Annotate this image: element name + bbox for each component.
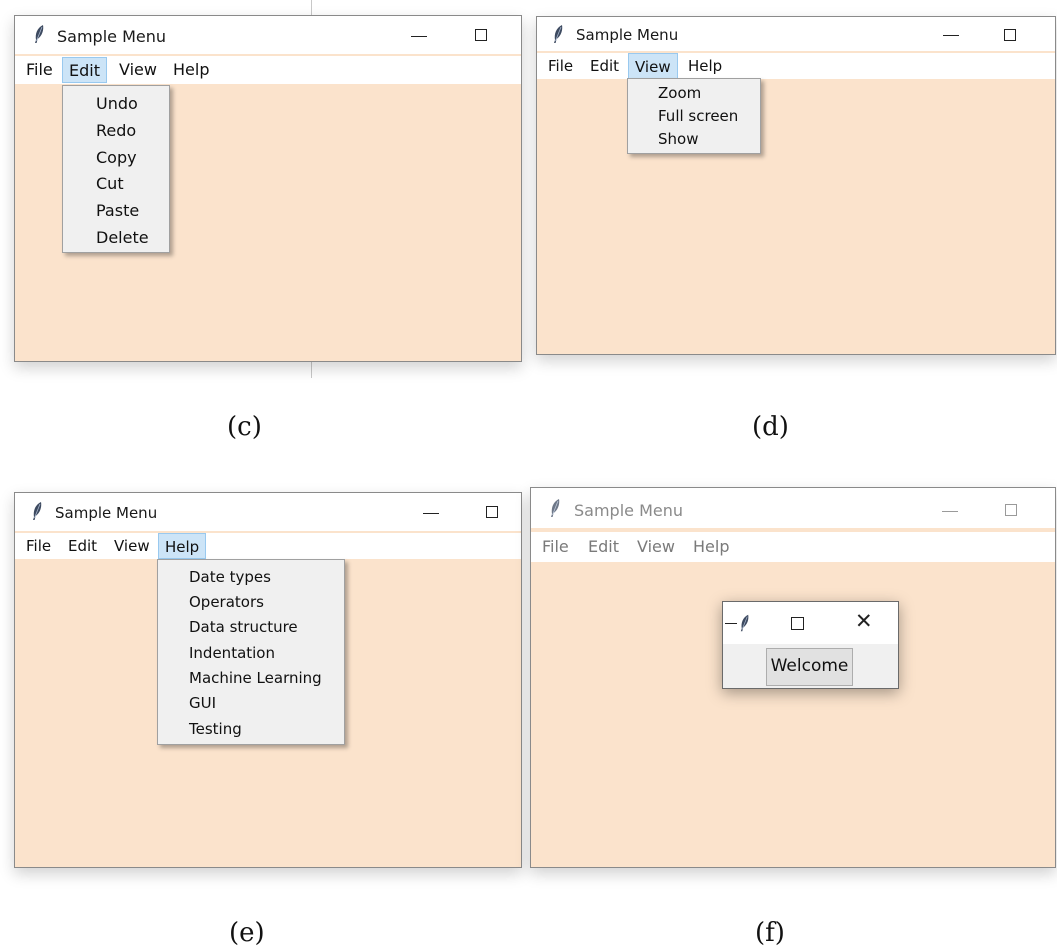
- caption-c: (c): [227, 412, 262, 442]
- menu-view[interactable]: View: [108, 533, 156, 559]
- maximize-icon[interactable]: [1005, 504, 1017, 516]
- menu-edit[interactable]: Edit: [62, 57, 107, 83]
- window-title: Sample Menu: [55, 504, 158, 522]
- window-f: Sample Menu File Edit View Help ✕ Welcom…: [530, 487, 1056, 868]
- menu-bar: File Edit View Help: [537, 53, 1055, 79]
- maximize-icon[interactable]: [486, 506, 498, 518]
- menu-help[interactable]: Help: [687, 534, 735, 560]
- title-bar: Sample Menu: [15, 493, 521, 531]
- minimize-icon[interactable]: [725, 623, 737, 625]
- menu-bar: File Edit View Help: [15, 56, 521, 84]
- minimize-icon[interactable]: [943, 35, 959, 36]
- menu-file[interactable]: File: [20, 533, 57, 559]
- edit-dropdown: Undo Redo Copy Cut Paste Delete: [62, 85, 170, 253]
- menu-item-date-types[interactable]: Date types: [189, 568, 271, 586]
- close-icon[interactable]: ✕: [855, 611, 873, 632]
- feather-icon: [33, 502, 42, 520]
- menu-item-show[interactable]: Show: [658, 130, 698, 148]
- window-title: Sample Menu: [57, 27, 167, 46]
- menu-item-indentation[interactable]: Indentation: [189, 644, 275, 662]
- menu-view[interactable]: View: [113, 57, 163, 83]
- title-bar: Sample Menu: [15, 16, 521, 54]
- welcome-button[interactable]: Welcome: [766, 648, 853, 686]
- menu-item-gui[interactable]: GUI: [189, 694, 216, 712]
- menu-item-zoom[interactable]: Zoom: [658, 84, 701, 102]
- caption-e: (e): [229, 918, 265, 948]
- view-dropdown: Zoom Full screen Show: [627, 78, 761, 154]
- window-d: Sample Menu File Edit View Help Zoom Ful…: [536, 16, 1056, 355]
- maximize-icon[interactable]: [791, 617, 804, 630]
- menu-file[interactable]: File: [542, 53, 579, 79]
- menu-edit[interactable]: Edit: [62, 533, 103, 559]
- minimize-icon[interactable]: [423, 513, 439, 514]
- menu-item-paste[interactable]: Paste: [96, 201, 139, 220]
- menu-item-testing[interactable]: Testing: [189, 720, 242, 738]
- menu-edit[interactable]: Edit: [582, 534, 625, 560]
- menu-bar: File Edit View Help: [531, 532, 1055, 562]
- menu-file[interactable]: File: [20, 57, 59, 83]
- window-e: Sample Menu File Edit View Help Date typ…: [14, 492, 522, 868]
- title-bar: Sample Menu: [531, 488, 1055, 528]
- window-title: Sample Menu: [574, 501, 684, 520]
- menu-item-operators[interactable]: Operators: [189, 593, 264, 611]
- caption-f: (f): [755, 918, 785, 948]
- dialog-body: Welcome: [723, 644, 898, 688]
- menu-item-delete[interactable]: Delete: [96, 228, 149, 247]
- menu-view[interactable]: View: [631, 534, 681, 560]
- menu-item-redo[interactable]: Redo: [96, 121, 136, 140]
- feather-icon: [740, 614, 749, 632]
- title-bar: Sample Menu: [537, 17, 1055, 51]
- minimize-icon[interactable]: [942, 511, 958, 512]
- feather-icon: [554, 25, 563, 43]
- welcome-dialog: ✕ Welcome: [722, 601, 899, 689]
- minimize-icon[interactable]: [411, 36, 427, 37]
- window-title: Sample Menu: [576, 26, 679, 44]
- menu-item-full-screen[interactable]: Full screen: [658, 107, 738, 125]
- window-c: Sample Menu File Edit View Help Undo Red…: [14, 15, 522, 362]
- menu-file[interactable]: File: [536, 534, 575, 560]
- maximize-icon[interactable]: [475, 29, 487, 41]
- feather-icon: [551, 499, 560, 517]
- menu-help[interactable]: Help: [158, 533, 207, 559]
- dialog-title-bar: ✕: [723, 602, 898, 644]
- menu-item-copy[interactable]: Copy: [96, 148, 137, 167]
- menu-item-undo[interactable]: Undo: [96, 94, 138, 113]
- menu-bar: File Edit View Help: [15, 533, 521, 559]
- menu-help[interactable]: Help: [167, 57, 215, 83]
- menu-item-cut[interactable]: Cut: [96, 174, 124, 193]
- menu-item-machine-learning[interactable]: Machine Learning: [189, 669, 322, 687]
- menu-edit[interactable]: Edit: [584, 53, 625, 79]
- maximize-icon[interactable]: [1004, 29, 1016, 41]
- help-dropdown: Date types Operators Data structure Inde…: [157, 559, 345, 745]
- caption-d: (d): [752, 412, 789, 442]
- menu-help[interactable]: Help: [682, 53, 728, 79]
- menu-item-data-structure[interactable]: Data structure: [189, 618, 298, 636]
- menu-view[interactable]: View: [628, 53, 678, 79]
- feather-icon: [35, 25, 44, 43]
